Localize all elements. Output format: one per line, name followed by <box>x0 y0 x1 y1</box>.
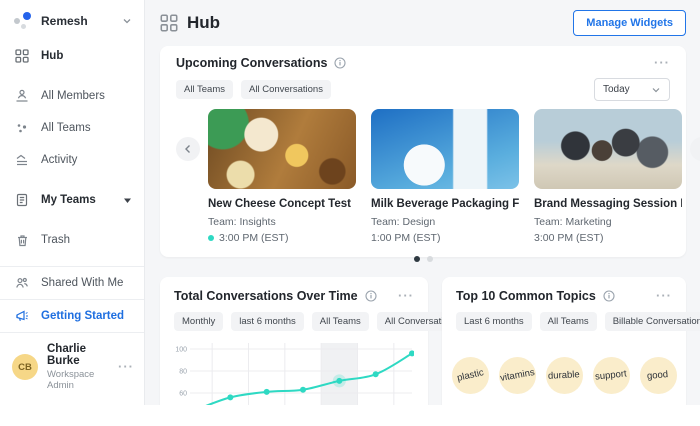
grid-icon <box>14 48 30 64</box>
carousel-pagination <box>176 256 670 262</box>
pagination-dot[interactable] <box>426 256 433 262</box>
total-conversations-widget: Total Conversations Over Time ··· Monthl… <box>160 277 467 405</box>
carousel-prev-button[interactable] <box>176 137 200 161</box>
trash-icon <box>14 232 30 248</box>
conversation-card[interactable]: Milk Beverage Packaging Feedback Team: D… <box>371 109 519 244</box>
sidebar-item-activity[interactable]: Activity <box>0 144 144 176</box>
widget-title: Top 10 Common Topics <box>456 289 596 303</box>
page-header: Hub Manage Widgets <box>160 10 686 36</box>
sidebar-item-all-members[interactable]: All Members <box>0 80 144 112</box>
conversations-carousel: New Cheese Concept Test Team: Insights 3… <box>176 109 700 244</box>
widget-menu-ellipsis-icon[interactable]: ··· <box>654 56 670 69</box>
grid-icon <box>160 14 178 32</box>
widget-title: Upcoming Conversations <box>176 56 328 70</box>
caret-down-icon[interactable] <box>123 196 132 205</box>
chevron-down-icon <box>652 87 660 92</box>
workspace-switcher[interactable]: Remesh <box>0 8 144 40</box>
filter-pill: All Teams <box>539 312 597 331</box>
upcoming-conversations-widget: Upcoming Conversations ··· All Teams All… <box>160 46 700 262</box>
widget-menu-ellipsis-icon[interactable]: ··· <box>656 289 672 302</box>
conversation-team: Team: Design <box>371 216 436 228</box>
conversation-image-milk <box>371 109 519 189</box>
sidebar: Remesh Hub All Members All Teams Activit… <box>0 0 145 405</box>
activity-icon <box>14 152 30 168</box>
conversation-team: Team: Marketing <box>534 216 612 228</box>
sidebar-item-getting-started[interactable]: Getting Started <box>0 300 144 332</box>
avatar: CB <box>12 354 38 380</box>
sidebar-item-shared-with-me[interactable]: Shared With Me <box>0 267 144 299</box>
sidebar-item-label: Shared With Me <box>41 277 124 289</box>
chevron-down-icon <box>123 19 131 24</box>
pagination-dot[interactable] <box>413 256 420 262</box>
user-profile: CB Charlie Burke Workspace Admin ··· <box>0 333 144 405</box>
top-topics-widget: Top 10 Common Topics ··· Last 6 months A… <box>442 277 700 405</box>
topic-bubble[interactable]: plastic <box>451 357 489 394</box>
y-axis-tick-label: 60 <box>179 391 187 398</box>
conversation-card[interactable]: Brand Messaging Session II Team: Marketi… <box>534 109 682 244</box>
user-name: Charlie Burke <box>47 343 86 367</box>
user-menu-ellipsis-icon[interactable]: ··· <box>118 360 134 373</box>
filter-pill: All Teams <box>311 312 369 331</box>
sidebar-item-label: My Teams <box>41 194 96 206</box>
topic-bubbles: plastic vitamins durable support good <box>451 357 677 394</box>
conversation-title: Milk Beverage Packaging Feedback <box>371 198 519 210</box>
conversations-line-chart: 100806040 <box>175 343 415 405</box>
info-icon[interactable] <box>365 290 377 302</box>
main-content: Hub Manage Widgets Upcoming Conversation… <box>145 0 700 405</box>
sidebar-item-hub[interactable]: Hub <box>0 40 144 72</box>
filter-pill: last 6 months <box>231 312 304 331</box>
manage-widgets-button[interactable]: Manage Widgets <box>573 10 686 36</box>
sidebar-item-label: Getting Started <box>41 310 125 322</box>
topic-bubble[interactable]: durable <box>545 357 583 394</box>
conversation-time: 3:00 PM (EST) <box>534 232 604 244</box>
topic-bubble[interactable]: vitamins <box>498 357 536 394</box>
members-icon <box>14 88 30 104</box>
workspace-name: Remesh <box>41 14 88 28</box>
page-title: Hub <box>187 13 221 32</box>
teams-dots-icon <box>14 120 30 136</box>
y-axis-tick-label: 80 <box>179 369 187 376</box>
sidebar-item-label: Hub <box>41 50 64 62</box>
conversation-image-people <box>534 109 682 189</box>
sidebar-item-trash[interactable]: Trash <box>0 224 144 256</box>
date-range-value: Today <box>603 84 630 95</box>
sidebar-item-label: All Teams <box>41 122 91 134</box>
sidebar-item-label: All Members <box>41 90 105 102</box>
filter-pill: Billable Conversations <box>604 312 700 331</box>
conversation-image-cheese <box>208 109 356 189</box>
filter-pill: Monthly <box>174 312 224 331</box>
document-icon <box>14 192 30 208</box>
megaphone-icon <box>14 308 30 324</box>
user-role: Workspace Admin <box>47 369 95 391</box>
filter-pill: All Conversations <box>241 80 331 99</box>
conversation-time: 1:00 PM (EST) <box>371 232 441 244</box>
info-icon[interactable] <box>334 57 346 69</box>
conversation-card[interactable]: New Cheese Concept Test Team: Insights 3… <box>208 109 356 244</box>
info-icon[interactable] <box>603 290 615 302</box>
widget-menu-ellipsis-icon[interactable]: ··· <box>398 289 414 302</box>
filter-pill: All Teams <box>176 80 234 99</box>
carousel-next-button[interactable] <box>690 137 700 161</box>
topic-bubble[interactable]: good <box>639 357 677 394</box>
app-window: Remesh Hub All Members All Teams Activit… <box>0 0 700 405</box>
sidebar-item-label: Activity <box>41 154 78 166</box>
sidebar-item-all-teams[interactable]: All Teams <box>0 112 144 144</box>
widget-title: Total Conversations Over Time <box>174 289 358 303</box>
live-dot <box>208 235 214 241</box>
people-icon <box>14 275 30 291</box>
sidebar-item-label: Trash <box>41 234 70 246</box>
conversation-title: Brand Messaging Session II <box>534 198 682 210</box>
filter-pill: Last 6 months <box>456 312 532 331</box>
chevron-left-icon <box>185 145 190 153</box>
topic-bubble[interactable]: support <box>592 357 630 394</box>
y-axis-tick-label: 100 <box>175 347 187 354</box>
conversation-time: 3:00 PM (EST) <box>208 232 356 244</box>
conversation-team: Team: Insights <box>208 216 276 228</box>
date-range-select[interactable]: Today <box>594 78 670 101</box>
remesh-logo-icon <box>14 12 32 30</box>
conversation-title: New Cheese Concept Test <box>208 198 351 210</box>
sidebar-item-my-teams[interactable]: My Teams <box>0 184 144 216</box>
